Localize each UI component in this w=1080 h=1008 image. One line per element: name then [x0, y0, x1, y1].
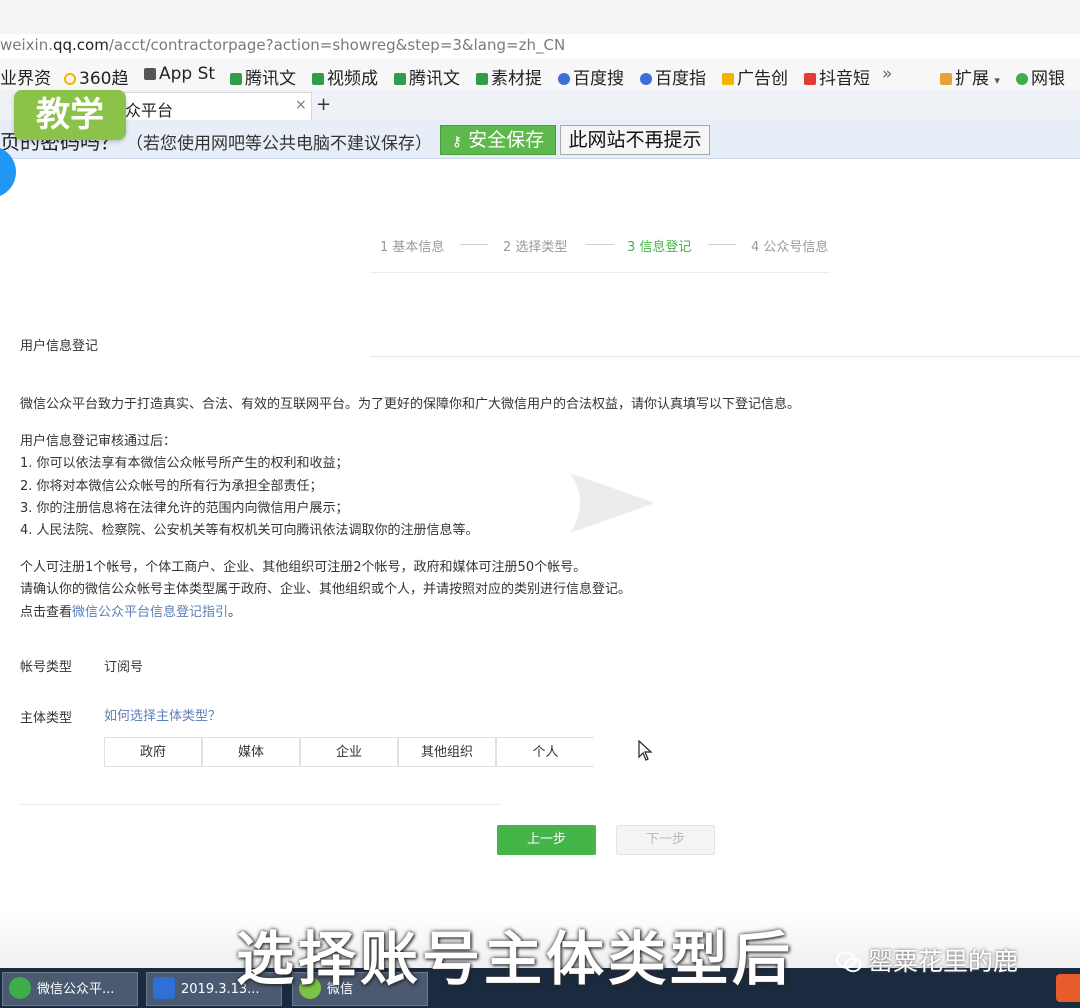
browser-titlebar — [0, 0, 1080, 34]
password-note: （若您使用网吧等公共电脑不建议保存） — [126, 134, 432, 154]
folder-icon — [722, 73, 734, 85]
video-editor-icon — [153, 977, 175, 999]
extensions-button[interactable]: 扩展 ▾ — [940, 64, 1000, 89]
close-icon[interactable]: × — [295, 97, 307, 113]
account-type-label: 帐号类型 — [20, 660, 73, 675]
tab-active[interactable]: 众平台 × — [110, 92, 312, 121]
next-step-button[interactable]: 下一步 — [616, 825, 715, 855]
url-text[interactable]: weixin.qq.com/acct/contractorpage?action… — [0, 36, 565, 54]
step-info-register: 3 信息登记 — [627, 240, 692, 255]
subject-option-media[interactable]: 媒体 — [202, 737, 300, 767]
steps-underline — [370, 272, 830, 273]
after-item: 2. 你将对本微信公众帐号的所有行为承担全部责任； — [20, 479, 323, 494]
step-basic-info: 1 基本信息 — [380, 240, 445, 255]
tab-title: 众平台 — [125, 101, 174, 120]
subject-option-enterprise[interactable]: 企业 — [300, 737, 398, 767]
subject-type-label: 主体类型 — [20, 711, 73, 726]
step-divider — [708, 244, 736, 245]
doc-icon — [230, 73, 242, 85]
bookmarks-bar: 业界资 360趋 App St 腾讯文 视频成 腾讯文 素材提 百度搜 百度指 … — [0, 58, 1080, 91]
after-item: 3. 你的注册信息将在法律允许的范围内向微信用户展示； — [20, 501, 349, 516]
bookmark-item[interactable]: 百度指 — [640, 64, 706, 89]
360-icon — [64, 73, 76, 85]
limit-text: 个人可注册1个帐号，个体工商户、企业、其他组织可注册2个帐号，政府和媒体可注册5… — [20, 560, 587, 575]
confirm-text: 请确认你的微信公众帐号主体类型属于政府、企业、其他组织或个人，并请按照对应的类别… — [20, 582, 632, 597]
intro-text: 微信公众平台致力于打造真实、合法、有效的互联网平台。为了更好的保障你和广大微信用… — [20, 397, 801, 412]
bookmark-item[interactable]: 腾讯文 — [230, 64, 296, 89]
bookmark-item[interactable]: 360趋 — [64, 64, 128, 89]
guide-line: 点击查看微信公众平台信息登记指引。 — [20, 605, 242, 620]
bookmark-item[interactable]: 视频成 — [312, 64, 378, 89]
doc-icon — [394, 73, 406, 85]
guide-link[interactable]: 微信公众平台信息登记指引 — [72, 605, 228, 620]
safe-save-button[interactable]: ⚷ 安全保存 — [440, 125, 556, 155]
doc-icon — [476, 73, 488, 85]
subject-option-other-org[interactable]: 其他组织 — [398, 737, 496, 767]
address-bar[interactable]: weixin.qq.com/acct/contractorpage?action… — [0, 34, 1080, 59]
new-tab-button[interactable]: + — [316, 94, 331, 115]
chevron-down-icon: ▾ — [994, 74, 1000, 87]
after-item: 1. 你可以依法享有本微信公众帐号所产生的权利和收益； — [20, 456, 349, 471]
folder-icon — [804, 73, 816, 85]
doc-icon — [312, 73, 324, 85]
key-icon: ⚷ — [451, 134, 463, 150]
bookmark-item[interactable]: 业界资 — [0, 64, 51, 89]
subject-option-government[interactable]: 政府 — [104, 737, 202, 767]
app-icon — [144, 68, 156, 80]
bookmarks-more-button[interactable]: » — [882, 64, 892, 84]
bookmark-item[interactable]: 抖音短 — [804, 64, 870, 89]
shield-icon — [1016, 73, 1028, 85]
after-title: 用户信息登记审核通过后： — [20, 434, 177, 449]
bookmark-item[interactable]: 腾讯文 — [394, 64, 460, 89]
bank-button[interactable]: 网银 — [1016, 64, 1065, 89]
baidu-icon — [558, 73, 570, 85]
puzzle-icon — [940, 73, 952, 85]
step-divider — [586, 244, 614, 245]
bookmark-item[interactable]: 百度搜 — [558, 64, 624, 89]
input-method-icon[interactable] — [1056, 974, 1080, 1002]
subject-help-link[interactable]: 如何选择主体类型？ — [104, 705, 221, 724]
form-divider — [20, 804, 500, 805]
after-item: 4. 人民法院、检察院、公安机关等有权机关可向腾讯依法调取你的注册信息等。 — [20, 523, 479, 538]
account-type-value: 订阅号 — [104, 660, 144, 675]
prev-step-button[interactable]: 上一步 — [497, 825, 596, 855]
ie-icon — [9, 977, 31, 999]
section-title: 用户信息登记 — [20, 339, 99, 354]
taskbar-item-browser[interactable]: 微信公众平... — [2, 972, 138, 1006]
bookmark-item[interactable]: 素材提 — [476, 64, 542, 89]
step-account-info: 4 公众号信息 — [751, 240, 829, 255]
account-watermark: 罂粟花里的鹿 — [836, 942, 1018, 978]
password-save-bar: 页的密码吗？ （若您使用网吧等公共电脑不建议保存） ⚷ 安全保存 此网站不再提示 — [0, 120, 1080, 159]
never-prompt-button[interactable]: 此网站不再提示 — [560, 125, 710, 155]
baidu-icon — [640, 73, 652, 85]
teaching-badge: 教学 — [14, 90, 126, 140]
section-divider — [370, 356, 1080, 357]
wechat-icon — [836, 951, 862, 973]
mouse-cursor-icon — [638, 740, 653, 761]
play-watermark-icon — [570, 473, 655, 533]
video-caption: 选择账号主体类型后 — [236, 925, 795, 993]
bookmark-item[interactable]: App St — [144, 64, 215, 84]
step-select-type: 2 选择类型 — [503, 240, 568, 255]
bookmark-item[interactable]: 广告创 — [722, 64, 788, 89]
subject-option-individual[interactable]: 个人 — [496, 737, 594, 767]
step-divider — [460, 244, 488, 245]
